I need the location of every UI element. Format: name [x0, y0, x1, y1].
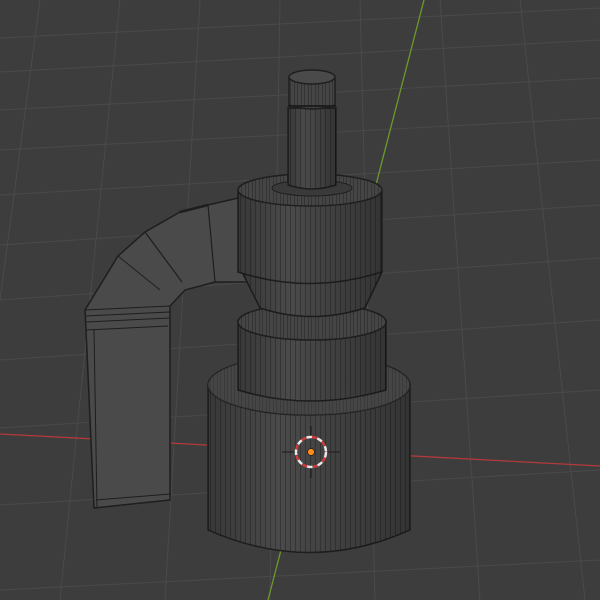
head-cylinder[interactable] [237, 173, 383, 285]
object-origin-dot [307, 448, 315, 456]
middle-collar[interactable] [237, 303, 387, 402]
top-stem[interactable] [287, 69, 337, 190]
viewport-scene[interactable] [0, 0, 600, 600]
3d-viewport[interactable] [0, 0, 600, 600]
